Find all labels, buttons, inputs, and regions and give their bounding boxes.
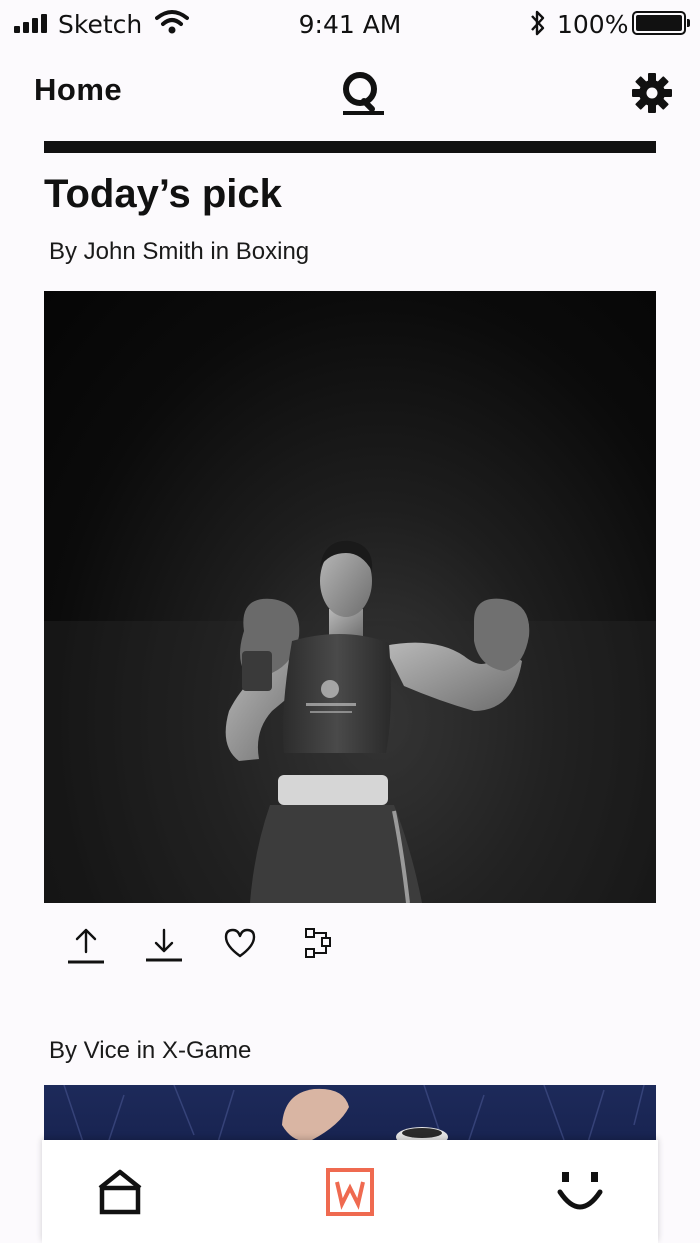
heart-icon[interactable] <box>218 922 262 966</box>
boxer-photo[interactable] <box>44 291 656 903</box>
feed-item-byline[interactable]: By Vice in X-Game <box>49 1037 251 1065</box>
feed-item-byline[interactable]: By John Smith in Boxing <box>49 238 309 266</box>
collection-icon[interactable] <box>296 922 340 966</box>
header-divider <box>44 141 656 153</box>
search-icon[interactable] <box>338 70 388 116</box>
home-icon[interactable] <box>92 1164 148 1220</box>
download-icon[interactable] <box>142 922 186 966</box>
w-logo-icon[interactable] <box>322 1164 378 1220</box>
smile-icon[interactable] <box>552 1164 608 1220</box>
section-title: Today’s pick <box>44 172 282 216</box>
share-icon[interactable] <box>64 922 108 966</box>
battery-icon <box>632 11 690 35</box>
battery-percent: 100% <box>557 10 629 39</box>
page-title: Home <box>34 72 123 107</box>
bluetooth-icon <box>531 10 545 36</box>
tab-bar <box>42 1140 658 1243</box>
nav-bar: Home <box>0 60 700 120</box>
gear-icon[interactable] <box>631 72 673 114</box>
status-bar: Sketch 9:41 AM 100% <box>0 0 700 50</box>
